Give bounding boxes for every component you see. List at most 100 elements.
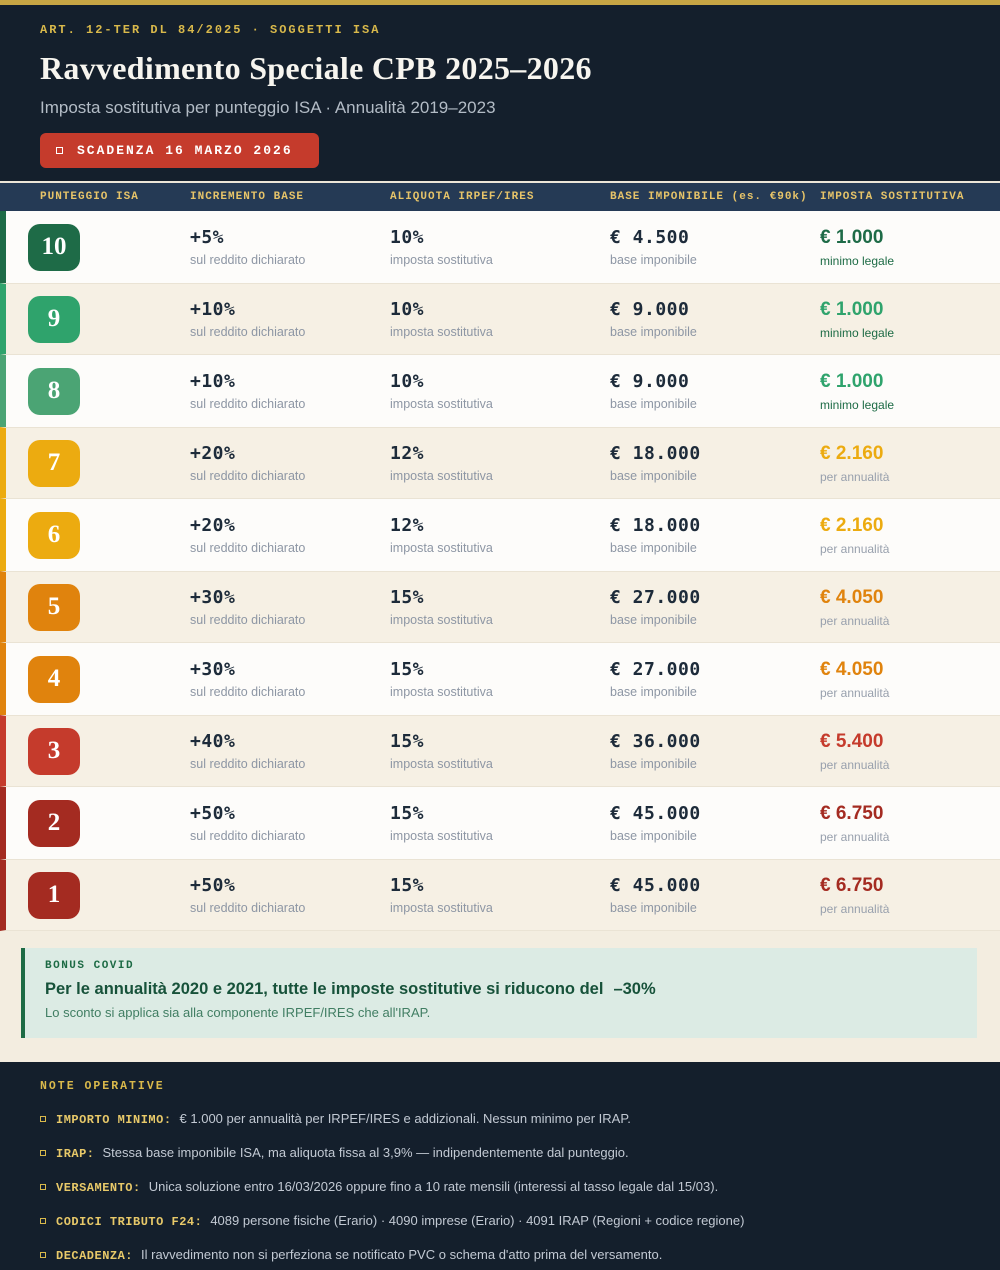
rate-value: 12%	[390, 443, 610, 464]
tax-value: € 2.160	[820, 443, 1000, 465]
note-text: Il ravvedimento non si perfeziona se not…	[141, 1247, 662, 1262]
note-text: Stessa base imponibile ISA, ma aliquota …	[103, 1145, 629, 1160]
note-label: IRAP:	[56, 1147, 95, 1161]
base-cell: € 45.000 base imponibile	[610, 803, 820, 843]
note-item: VERSAMENTO: Unica soluzione entro 16/03/…	[40, 1179, 960, 1195]
score-badge: 3	[28, 728, 80, 775]
score-cell: 2	[28, 800, 190, 847]
increment-value: +10%	[190, 299, 390, 320]
increment-value: +50%	[190, 803, 390, 824]
increment-value: +20%	[190, 515, 390, 536]
rate-value: 15%	[390, 587, 610, 608]
column-header-aliquota: ALIQUOTA IRPEF/IRES	[390, 191, 610, 203]
rate-sublabel: imposta sostitutiva	[390, 397, 610, 411]
bonus-heading: Per le annualità 2020 e 2021, tutte le i…	[45, 980, 957, 999]
base-cell: € 27.000 base imponibile	[610, 587, 820, 627]
tax-sublabel: per annualità	[820, 542, 1000, 556]
score-badge: 4	[28, 656, 80, 703]
increment-sublabel: sul reddito dichiarato	[190, 685, 390, 699]
base-sublabel: base imponibile	[610, 901, 820, 915]
rate-cell: 15% imposta sostitutiva	[390, 659, 610, 699]
rate-value: 15%	[390, 875, 610, 896]
tax-cell: € 1.000 minimo legale	[820, 299, 1000, 340]
increment-sublabel: sul reddito dichiarato	[190, 541, 390, 555]
notes-footer: NOTE OPERATIVE IMPORTO MINIMO: € 1.000 p…	[0, 1062, 1000, 1270]
score-cell: 7	[28, 440, 190, 487]
rate-sublabel: imposta sostitutiva	[390, 325, 610, 339]
base-cell: € 9.000 base imponibile	[610, 371, 820, 411]
tax-value: € 6.750	[820, 875, 1000, 897]
bonus-text: Lo sconto si applica sia alla componente…	[45, 1005, 957, 1020]
base-cell: € 36.000 base imponibile	[610, 731, 820, 771]
deadline-badge: SCADENZA 16 MARZO 2026	[40, 133, 319, 168]
increment-value: +50%	[190, 875, 390, 896]
note-text: € 1.000 per annualità per IRPEF/IRES e a…	[180, 1111, 631, 1126]
rate-cell: 10% imposta sostitutiva	[390, 371, 610, 411]
rate-value: 15%	[390, 731, 610, 752]
rate-sublabel: imposta sostitutiva	[390, 829, 610, 843]
increment-sublabel: sul reddito dichiarato	[190, 757, 390, 771]
base-value: € 27.000	[610, 587, 820, 608]
square-bullet-icon	[40, 1116, 46, 1122]
increment-value: +10%	[190, 371, 390, 392]
increment-sublabel: sul reddito dichiarato	[190, 253, 390, 267]
score-cell: 8	[28, 368, 190, 415]
note-item: DECADENZA: Il ravvedimento non si perfez…	[40, 1247, 960, 1263]
base-sublabel: base imponibile	[610, 325, 820, 339]
base-value: € 4.500	[610, 227, 820, 248]
tax-value: € 2.160	[820, 515, 1000, 537]
note-text: Unica soluzione entro 16/03/2026 oppure …	[149, 1179, 718, 1194]
base-value: € 45.000	[610, 875, 820, 896]
rate-cell: 10% imposta sostitutiva	[390, 227, 610, 267]
table-row: 10 +5% sul reddito dichiarato 10% impost…	[0, 211, 1000, 283]
page-subtitle: Imposta sostitutiva per punteggio ISA · …	[40, 98, 960, 118]
column-header-incremento: INCREMENTO BASE	[190, 191, 390, 203]
increment-value: +30%	[190, 659, 390, 680]
table-row: 7 +20% sul reddito dichiarato 12% impost…	[0, 427, 1000, 499]
base-sublabel: base imponibile	[610, 541, 820, 555]
increment-cell: +40% sul reddito dichiarato	[190, 731, 390, 771]
tax-value: € 4.050	[820, 659, 1000, 681]
note-item: IRAP: Stessa base imponibile ISA, ma ali…	[40, 1145, 960, 1161]
tax-cell: € 5.400 per annualità	[820, 731, 1000, 772]
score-cell: 1	[28, 872, 190, 919]
eyebrow-text: ART. 12-TER DL 84/2025 · SOGGETTI ISA	[40, 23, 960, 37]
rate-sublabel: imposta sostitutiva	[390, 901, 610, 915]
score-cell: 5	[28, 584, 190, 631]
rate-cell: 12% imposta sostitutiva	[390, 515, 610, 555]
table-row: 1 +50% sul reddito dichiarato 15% impost…	[0, 859, 1000, 931]
score-badge: 5	[28, 584, 80, 631]
base-sublabel: base imponibile	[610, 469, 820, 483]
increment-cell: +30% sul reddito dichiarato	[190, 587, 390, 627]
table-row: 6 +20% sul reddito dichiarato 12% impost…	[0, 499, 1000, 571]
increment-sublabel: sul reddito dichiarato	[190, 397, 390, 411]
document-header: ART. 12-TER DL 84/2025 · SOGGETTI ISA Ra…	[0, 5, 1000, 181]
tax-cell: € 1.000 minimo legale	[820, 227, 1000, 268]
base-value: € 36.000	[610, 731, 820, 752]
increment-cell: +20% sul reddito dichiarato	[190, 443, 390, 483]
table-row: 8 +10% sul reddito dichiarato 10% impost…	[0, 355, 1000, 427]
bonus-covid-box: BONUS COVID Per le annualità 2020 e 2021…	[21, 948, 977, 1038]
base-cell: € 4.500 base imponibile	[610, 227, 820, 267]
rate-sublabel: imposta sostitutiva	[390, 469, 610, 483]
notes-title: NOTE OPERATIVE	[40, 1080, 960, 1093]
tax-value: € 5.400	[820, 731, 1000, 753]
increment-sublabel: sul reddito dichiarato	[190, 325, 390, 339]
base-value: € 27.000	[610, 659, 820, 680]
square-bullet-icon	[40, 1184, 46, 1190]
base-cell: € 9.000 base imponibile	[610, 299, 820, 339]
table-row: 9 +10% sul reddito dichiarato 10% impost…	[0, 283, 1000, 355]
document-page: ART. 12-TER DL 84/2025 · SOGGETTI ISA Ra…	[0, 0, 1000, 1270]
base-sublabel: base imponibile	[610, 685, 820, 699]
tax-cell: € 4.050 per annualità	[820, 587, 1000, 628]
increment-cell: +50% sul reddito dichiarato	[190, 875, 390, 915]
rate-cell: 15% imposta sostitutiva	[390, 731, 610, 771]
square-bullet-icon	[40, 1218, 46, 1224]
score-cell: 10	[28, 224, 190, 271]
base-cell: € 18.000 base imponibile	[610, 443, 820, 483]
tax-sublabel: minimo legale	[820, 254, 1000, 268]
base-cell: € 45.000 base imponibile	[610, 875, 820, 915]
page-title: Ravvedimento Speciale CPB 2025–2026	[40, 50, 960, 87]
base-value: € 45.000	[610, 803, 820, 824]
tax-value: € 1.000	[820, 227, 1000, 249]
